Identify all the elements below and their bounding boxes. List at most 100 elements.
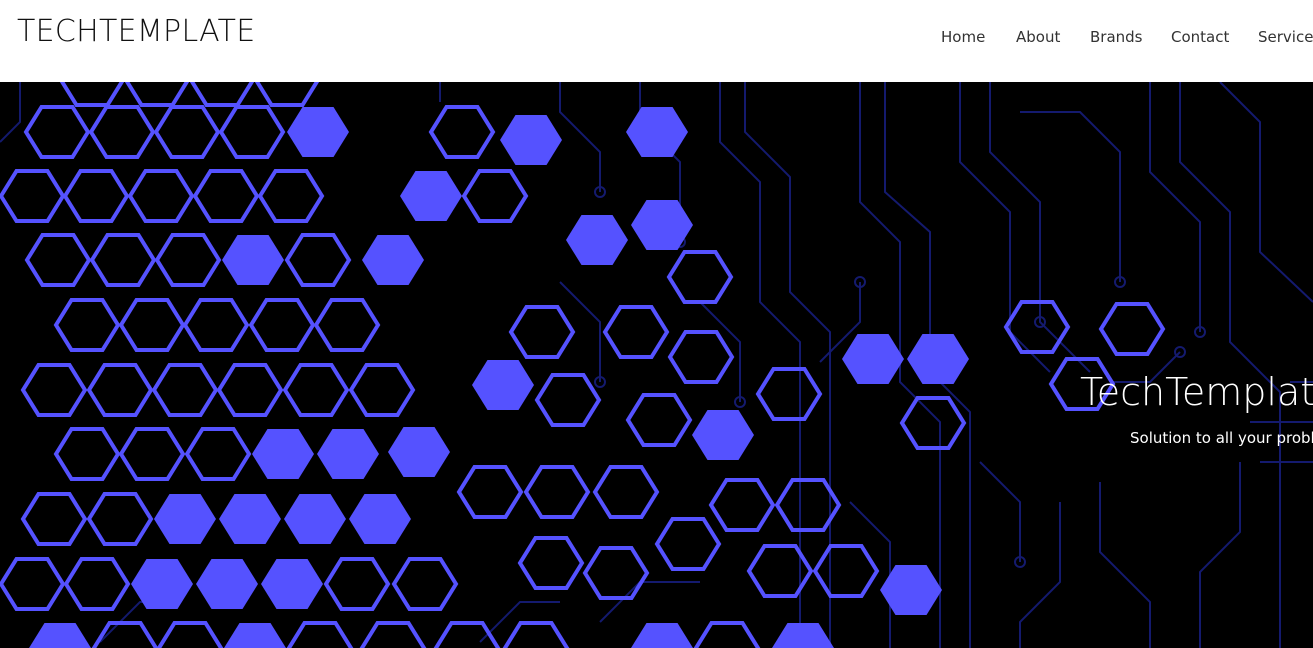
hexagon-outline (189, 82, 255, 107)
hexagon-outline (348, 363, 416, 417)
hexagon-outline (592, 465, 660, 519)
hexagon-filled (772, 623, 834, 648)
hexagon-outline (216, 363, 284, 417)
hexagon-outline (254, 82, 320, 107)
brand-logo[interactable]: TECHTEMPLATE (17, 14, 256, 49)
hexagon-outline (502, 621, 570, 648)
hexagon-outline (461, 169, 529, 223)
hexagon-filled (317, 429, 379, 479)
hexagon-outline (59, 82, 125, 107)
hero-title: TechTemplate (1080, 370, 1313, 414)
hexagon-filled (224, 623, 286, 648)
hexagon-outline (118, 298, 186, 352)
nav-link-home[interactable]: Home (941, 28, 985, 46)
hexagon-outline (23, 105, 91, 159)
hexagon-outline (24, 233, 92, 287)
hexagon-outline (313, 298, 381, 352)
hexagon-outline (523, 465, 591, 519)
circuit-trace (599, 581, 700, 623)
circuit-trace (1019, 502, 1061, 648)
hexagon-outline (391, 557, 459, 611)
hexagon-outline (534, 373, 602, 427)
hero-subtitle: Solution to all your problems (1130, 429, 1313, 447)
circuit-trace (0, 82, 21, 143)
hexagon-filled (631, 623, 693, 648)
hexagon-outline (0, 557, 66, 611)
hexagon-outline (582, 546, 650, 600)
hexagon-filled (362, 235, 424, 285)
circuit-trace (744, 82, 831, 648)
circuit-trace (699, 301, 741, 402)
hexagon-outline (284, 233, 352, 287)
hexagon-outline (428, 105, 496, 159)
hexagon-outline (151, 363, 219, 417)
hexagon-filled (692, 410, 754, 460)
hexagon-filled (287, 107, 349, 157)
hexagon-outline (192, 169, 260, 223)
hexagon-filled (842, 334, 904, 384)
nav-link-brands[interactable]: Brands (1090, 28, 1143, 46)
hexagon-outline (89, 233, 157, 287)
circuit-trace (1099, 482, 1151, 648)
circuit-trace (559, 82, 601, 192)
hexagon-filled (566, 215, 628, 265)
hexagon-pattern (0, 82, 1166, 648)
hexagon-outline (20, 492, 88, 546)
hexagon-outline (625, 393, 693, 447)
hexagon-outline (127, 169, 195, 223)
nav-link-contact[interactable]: Contact (1171, 28, 1229, 46)
site-header: TECHTEMPLATE Home About Brands Contact S… (0, 0, 1313, 82)
hexagon-outline (746, 544, 814, 598)
hexagon-outline (508, 305, 576, 359)
hexagon-outline (218, 105, 286, 159)
hexagon-outline (1098, 302, 1166, 356)
hexagon-filled (907, 334, 969, 384)
hexagon-outline (433, 621, 501, 648)
hexagon-outline (53, 298, 121, 352)
hexagon-outline (153, 105, 221, 159)
hexagon-outline (666, 250, 734, 304)
circuit-trace (1149, 82, 1201, 332)
circuit-trace (979, 461, 1021, 562)
circuit-trace (719, 82, 801, 648)
hexagon-outline (286, 621, 354, 648)
hexagon-filled (500, 115, 562, 165)
hexagon-filled (284, 494, 346, 544)
hexagon-outline (20, 363, 88, 417)
circuit-trace (1199, 462, 1241, 648)
hexagon-outline (257, 169, 325, 223)
hexagon-outline (91, 621, 159, 648)
hexagon-outline (0, 169, 66, 223)
circuit-trace (1219, 82, 1313, 303)
hexagon-filled (29, 623, 91, 648)
hexagon-filled (472, 360, 534, 410)
hexagon-outline (88, 105, 156, 159)
nav-link-about[interactable]: About (1016, 28, 1060, 46)
hexagon-filled (349, 494, 411, 544)
circuit-trace (1179, 82, 1281, 648)
hexagon-outline (456, 465, 524, 519)
hexagon-outline (53, 427, 121, 481)
hexagon-outline (654, 517, 722, 571)
hexagon-outline (693, 621, 761, 648)
hexagon-outline (812, 544, 880, 598)
hexagon-outline (124, 82, 190, 107)
hexagon-outline (154, 233, 222, 287)
hexagon-filled (222, 235, 284, 285)
hexagon-filled (626, 107, 688, 157)
hexagon-outline (86, 363, 154, 417)
hexagon-outline (248, 298, 316, 352)
hexagon-outline (667, 330, 735, 384)
hexagon-outline (182, 298, 250, 352)
hexagon-outline (62, 169, 130, 223)
hexagon-filled (196, 559, 258, 609)
hero-banner: TechTemplate Solution to all your proble… (0, 82, 1313, 648)
hexagon-outline (359, 621, 427, 648)
circuit-hexagon-background (0, 82, 1313, 648)
hexagon-outline (602, 305, 670, 359)
nav-link-services[interactable]: Services (1258, 28, 1313, 46)
hexagon-outline (282, 363, 350, 417)
hexagon-outline (323, 557, 391, 611)
hexagon-filled (154, 494, 216, 544)
hexagon-outline (184, 427, 252, 481)
